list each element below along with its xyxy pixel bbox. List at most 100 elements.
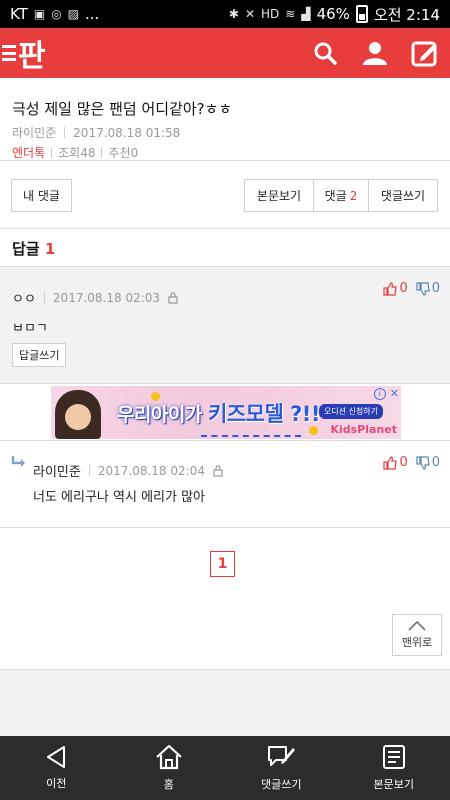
comments-tab[interactable]: 댓글 2	[314, 180, 369, 211]
post-category[interactable]: 엔더톡	[12, 144, 45, 161]
back-to-top-button[interactable]: 맨위로	[392, 614, 442, 656]
back-icon	[47, 746, 66, 768]
app-header: 판	[0, 28, 450, 78]
lock-icon	[168, 291, 178, 304]
compose-button[interactable]	[410, 38, 440, 68]
reply-arrow-icon	[11, 456, 25, 467]
thumbs-down-icon	[416, 281, 430, 296]
ad-info-icon[interactable]: i	[373, 387, 386, 400]
search-button[interactable]	[310, 38, 340, 68]
comment-votes: 0 0	[383, 281, 440, 296]
replies-heading: 답글 1	[12, 238, 55, 259]
battery-icon	[355, 5, 368, 23]
back-to-top-label: 맨위로	[401, 635, 433, 649]
profile-icon	[363, 42, 387, 65]
post-author: 라이민준	[12, 126, 57, 140]
divider	[51, 147, 53, 158]
downvote-button[interactable]: 0	[416, 455, 440, 470]
ad-star-decoration	[151, 392, 160, 401]
replies-count: 1	[44, 240, 56, 258]
profile-button[interactable]	[360, 38, 390, 68]
action-bar: 내 댓글 본문보기 댓글 2 댓글쓰기	[0, 179, 450, 213]
post-header: 극성 제일 많은 팬덤 어디같아?ㅎㅎ 라이민준 2017.08.18 01:5…	[0, 78, 450, 160]
reply-item: 라이민준 2017.08.18 02:04 0 0 너도 에리구나 역시 에리가…	[0, 440, 450, 528]
comments-count: 2	[349, 188, 358, 203]
sync-icon: ◎	[51, 7, 62, 21]
nav-back[interactable]: 이전	[0, 736, 113, 800]
post-meta: 라이민준 2017.08.18 01:58	[12, 124, 438, 141]
post-likes: 추천0	[108, 146, 139, 160]
nav-back-label: 이전	[46, 777, 67, 790]
divider	[0, 160, 450, 161]
nav-home[interactable]: 홈	[113, 736, 226, 800]
comment-write-icon	[268, 746, 296, 766]
write-comment-button[interactable]: 댓글쓰기	[369, 180, 437, 211]
thumbs-down-icon	[416, 455, 430, 470]
my-comments-button[interactable]: 내 댓글	[11, 179, 72, 212]
comment-author: ㅇㅇ	[12, 292, 36, 307]
comment-text: ㅂㅁㄱ	[12, 321, 48, 336]
post-stats: 엔더톡 조회48 추천0	[12, 144, 438, 161]
comment-meta: ㅇㅇ 2017.08.18 02:03	[12, 288, 178, 307]
downvote-button[interactable]: 0	[416, 281, 440, 296]
comment-actions-group: 본문보기 댓글 2 댓글쓰기	[244, 179, 438, 212]
upvote-button[interactable]: 0	[383, 281, 408, 296]
battery-percent: 46%	[316, 5, 350, 23]
image-icon: ▨	[67, 7, 80, 21]
ad-headline-b: 키즈모델 ?!!	[208, 402, 320, 426]
logo[interactable]: 판	[0, 36, 46, 74]
upvote-count: 0	[399, 455, 408, 470]
ad-controls: i ✕	[373, 387, 399, 400]
footer-area	[0, 669, 450, 736]
clock: 오전 2:14	[373, 5, 440, 24]
carrier-label: KT	[10, 5, 28, 23]
nav-write-comment-label: 댓글쓰기	[261, 778, 302, 791]
post-views: 조회48	[58, 146, 96, 160]
post-datetime: 2017.08.18 01:58	[73, 125, 181, 140]
reply-meta: 라이민준 2017.08.18 02:04	[33, 461, 223, 480]
nav-write-comment[interactable]: 댓글쓰기	[225, 736, 338, 800]
reply-text: 너도 에리구나 역시 에리가 많아	[33, 490, 206, 505]
ad-image	[55, 390, 101, 439]
notification-icon: ▣	[33, 7, 46, 21]
ad-banner[interactable]: 우리아이가 키즈모델 ?!! 오디션 신청하기 KidsPlanet i ✕	[51, 386, 401, 439]
post-title[interactable]: 극성 제일 많은 팬덤 어디같아?ㅎㅎ	[12, 98, 438, 119]
more-notifications: ...	[85, 5, 100, 23]
thumbs-up-icon	[383, 281, 398, 296]
replies-label: 답글	[12, 240, 40, 258]
upvote-button[interactable]: 0	[383, 455, 408, 470]
ad-cta[interactable]: 오디션 신청하기	[318, 404, 383, 419]
upvote-count: 0	[399, 281, 408, 296]
reply-datetime: 2017.08.18 02:04	[97, 463, 205, 478]
reply-author: 라이민준	[33, 465, 81, 480]
document-icon	[382, 745, 405, 769]
view-post-button[interactable]: 본문보기	[245, 180, 314, 211]
downvote-count: 0	[431, 455, 440, 470]
reply-button[interactable]: 답글쓰기	[12, 343, 67, 367]
divider	[64, 127, 66, 138]
reply-votes: 0 0	[383, 455, 440, 470]
divider	[88, 465, 90, 476]
ad-headline: 우리아이가 키즈모델 ?!!	[117, 398, 320, 428]
thumbs-up-icon	[383, 455, 398, 470]
divider	[0, 228, 450, 229]
compose-icon	[411, 41, 437, 67]
page-number-current[interactable]: 1	[210, 551, 235, 577]
ad-close-icon[interactable]: ✕	[390, 387, 399, 400]
status-bar: KT ▣ ◎ ▨ ... ✱ ✕ HD ≋ ▟ 46% 오전 2:14	[0, 0, 450, 28]
hd-icon: HD	[261, 7, 280, 21]
divider	[43, 292, 45, 303]
menu-icon[interactable]	[2, 45, 16, 61]
comments-tab-label: 댓글	[324, 189, 347, 203]
nav-view-post-label: 본문보기	[373, 778, 414, 791]
ad-brand: KidsPlanet	[330, 423, 397, 436]
ad-star-decoration	[309, 426, 318, 435]
logo-text: 판	[18, 39, 46, 74]
comment-item: ㅇㅇ 2017.08.18 02:03 0 0 ㅂㅁㄱ 답글쓰기	[0, 266, 450, 384]
lock-icon	[213, 464, 223, 477]
nav-view-post[interactable]: 본문보기	[338, 736, 450, 800]
chevron-up-icon	[408, 620, 426, 631]
bluetooth-icon: ✱	[228, 7, 239, 21]
divider	[101, 147, 103, 158]
downvote-count: 0	[431, 281, 440, 296]
